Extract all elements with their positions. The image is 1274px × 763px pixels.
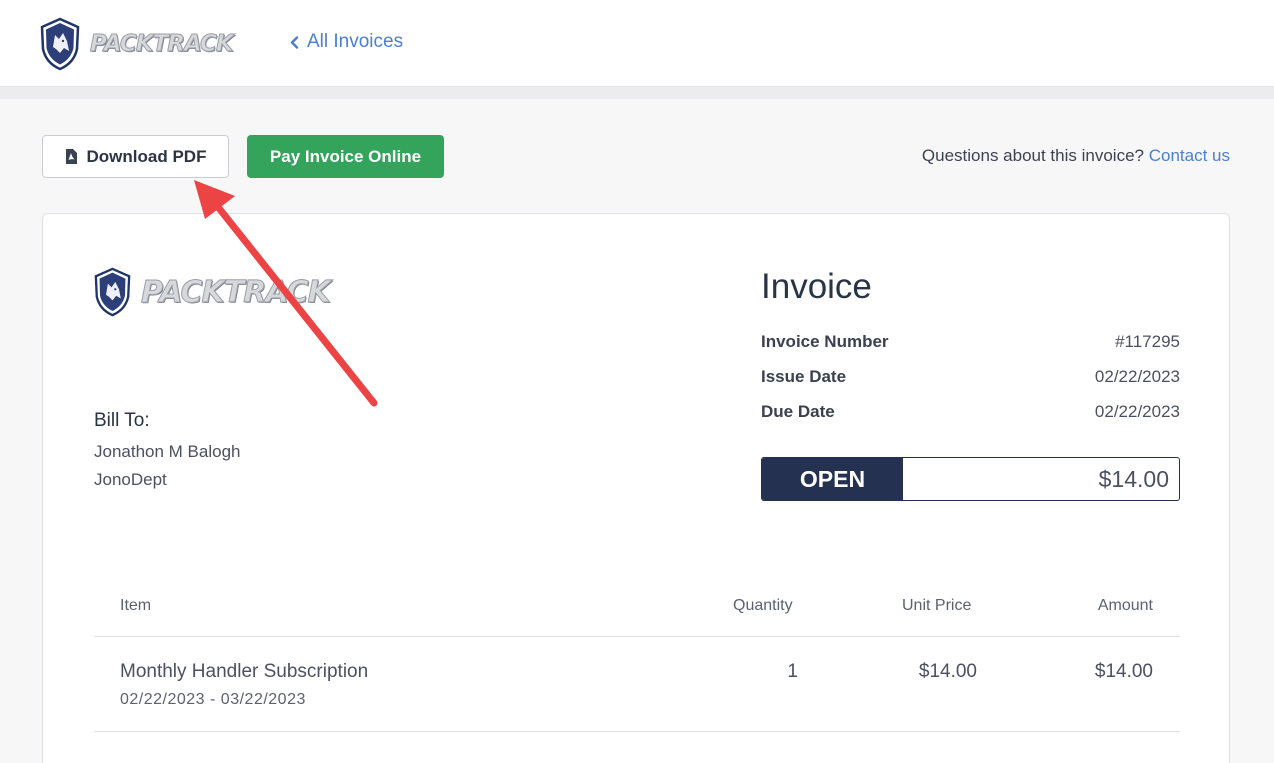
due-date-row: Due Date 02/22/2023 — [761, 402, 1180, 422]
line-item-unit-price: $14.00 — [918, 661, 977, 682]
download-pdf-button[interactable]: Download PDF — [42, 135, 229, 178]
due-date-label: Due Date — [761, 402, 835, 421]
top-navbar: PACKTRACK All Invoices — [0, 0, 1274, 87]
invoice-number-value: #117295 — [1115, 332, 1180, 351]
questions-text: Questions about this invoice? — [921, 146, 1144, 165]
table-row-divider — [94, 731, 1180, 732]
contact-prompt: Questions about this invoice? Contact us — [922, 146, 1230, 166]
bill-to-heading: Bill To: — [94, 410, 150, 431]
invoice-brand-wordmark: PACKTRACK — [141, 274, 332, 310]
column-header-item: Item — [120, 597, 152, 614]
line-item-name: Monthly Handler Subscription — [120, 661, 369, 682]
issue-date-label: Issue Date — [761, 367, 847, 386]
all-invoices-link[interactable]: All Invoices — [289, 31, 403, 53]
shield-wolf-icon — [40, 17, 80, 71]
issue-date-row: Issue Date 02/22/2023 — [761, 367, 1180, 387]
invoice-number-row: Invoice Number #117295 — [761, 332, 1180, 352]
line-item-quantity: 1 — [787, 661, 798, 682]
chevron-left-icon — [290, 35, 299, 49]
line-item-amount: $14.00 — [1094, 661, 1153, 682]
bill-to-name: Jonathon M Balogh — [94, 442, 241, 461]
shield-wolf-icon — [94, 267, 131, 317]
issue-date-value: 02/22/2023 — [1094, 367, 1180, 386]
column-header-amount: Amount — [1097, 597, 1153, 614]
balance-due: $14.00 — [1098, 465, 1169, 492]
download-pdf-label: Download PDF — [86, 146, 207, 166]
status-badge: OPEN — [762, 458, 903, 500]
pay-invoice-label: Pay Invoice Online — [269, 146, 422, 166]
brand-logo[interactable]: PACKTRACK — [40, 17, 235, 71]
invoice-card: PACKTRACK Bill To: Jonathon M Balogh Jon… — [42, 213, 1230, 763]
column-header-quantity: Quantity — [733, 597, 793, 614]
all-invoices-label: All Invoices — [307, 31, 404, 52]
brand-wordmark: PACKTRACK — [90, 31, 235, 58]
line-item-period: 02/22/2023 - 03/22/2023 — [120, 691, 306, 708]
invoice-title: Invoice — [761, 267, 872, 306]
pay-invoice-button[interactable]: Pay Invoice Online — [247, 135, 444, 178]
status-balance-box: OPEN $14.00 — [761, 457, 1180, 501]
header-divider — [0, 87, 1274, 99]
due-date-value: 02/22/2023 — [1094, 402, 1180, 421]
contact-us-link[interactable]: Contact us — [1149, 146, 1230, 165]
column-header-unit-price: Unit Price — [902, 597, 972, 614]
bill-to-department: JonoDept — [94, 470, 167, 489]
invoice-brand-logo: PACKTRACK — [94, 266, 332, 318]
invoice-number-label: Invoice Number — [761, 332, 889, 351]
table-header-divider — [94, 636, 1180, 637]
pdf-file-icon — [65, 149, 77, 164]
